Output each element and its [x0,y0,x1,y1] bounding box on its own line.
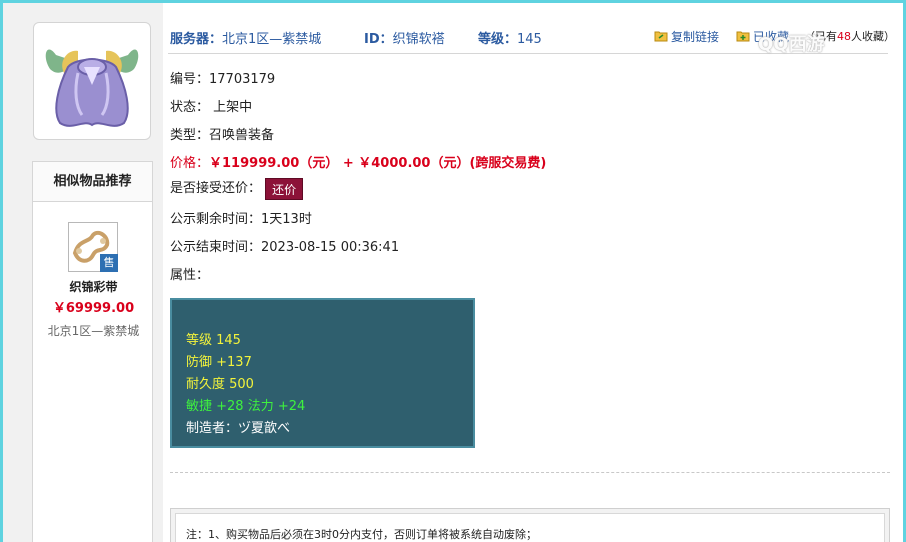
remaining-time-value: 1天13时 [261,212,312,227]
item-artwork-icon [45,49,139,127]
status-label: 状态： [170,100,210,115]
id-info: ID：织锦软褡 [364,28,445,47]
server-label: 服务器： [170,32,223,47]
status-row: 状态： 上架中 [170,96,252,115]
status-value: 上架中 [213,100,253,115]
folder-add-icon [736,31,750,42]
type-row: 类型：召唤兽装备 [170,124,274,143]
attr-line: 制造者：ヅ夏歆べ [186,421,291,436]
server-info: 服务器：北京1区—紫禁城 [170,28,321,47]
similar-items-title: 相似物品推荐 [33,162,152,202]
watermark-text: QQ西游 [758,34,825,55]
level-info: 等级：145 [478,28,542,47]
end-time-row: 公示结束时间：2023-08-15 00:36:41 [170,236,399,255]
counter-offer-button[interactable]: 还价 [265,177,304,200]
item-number-row: 编号：17703179 [170,68,275,87]
price-label: 价格： [170,156,210,171]
level-label: 等级： [478,32,518,47]
copy-link-label: 复制链接 [671,30,720,44]
end-time-value: 2023-08-15 00:36:41 [261,240,400,255]
attr-line: 等级 145 [186,333,241,348]
item-number-label: 编号： [170,72,210,87]
counter-offer-row: 是否接受还价： 还价 [170,177,304,200]
copy-link-button[interactable]: 复制链接 [654,28,719,45]
sale-badge: 售 [100,254,118,272]
remaining-time-row: 公示剩余时间：1天13时 [170,208,312,227]
notice-box: 注：1、购买物品后必须在3时0分内支付，否则订单将被系统自动废除； [170,508,890,542]
end-time-label: 公示结束时间： [170,240,262,255]
attributes-panel: 等级 145 防御 +137 耐久度 500 敏捷 +28 法力 +24 制造者… [170,298,475,448]
item-image [33,22,151,140]
item-number-value: 17703179 [209,72,276,87]
attr-line: 防御 +137 [186,355,252,370]
watermark: QQ西游 [758,30,882,58]
price-row: 价格：￥119999.00（元） + ￥4000.00（元）(跨服交易费) [170,152,546,171]
level-value: 145 [517,32,542,47]
attr-line: 耐久度 500 [186,377,254,392]
id-value: 织锦软褡 [392,32,445,47]
similar-item-price: ￥69999.00 [52,301,135,316]
remaining-time-label: 公示剩余时间： [170,212,262,227]
attr-line: 敏捷 +28 法力 +24 [186,399,306,414]
type-label: 类型： [170,128,210,143]
server-value: 北京1区—紫禁城 [222,32,322,47]
id-label: ID： [364,32,393,47]
similar-item-thumbnail[interactable]: 售 [68,222,118,272]
attributes-label: 属性： [170,268,210,283]
attributes-row: 属性： [170,264,209,283]
type-value: 召唤兽装备 [209,128,275,143]
similar-item-name[interactable]: 织锦彩带 [33,278,154,295]
counter-offer-label: 是否接受还价： [170,181,262,196]
similar-items-panel: 相似物品推荐 售 织锦彩带 ￥69999.00 北京1区—紫禁城 [32,161,153,542]
section-divider [170,472,890,473]
price-value: ￥119999.00（元） + ￥4000.00（元）(跨服交易费) [209,156,547,171]
similar-item-server: 北京1区—紫禁城 [47,324,140,338]
notice-text: 注：1、购买物品后必须在3时0分内支付，否则订单将被系统自动废除； [175,513,885,542]
folder-link-icon [654,31,668,42]
